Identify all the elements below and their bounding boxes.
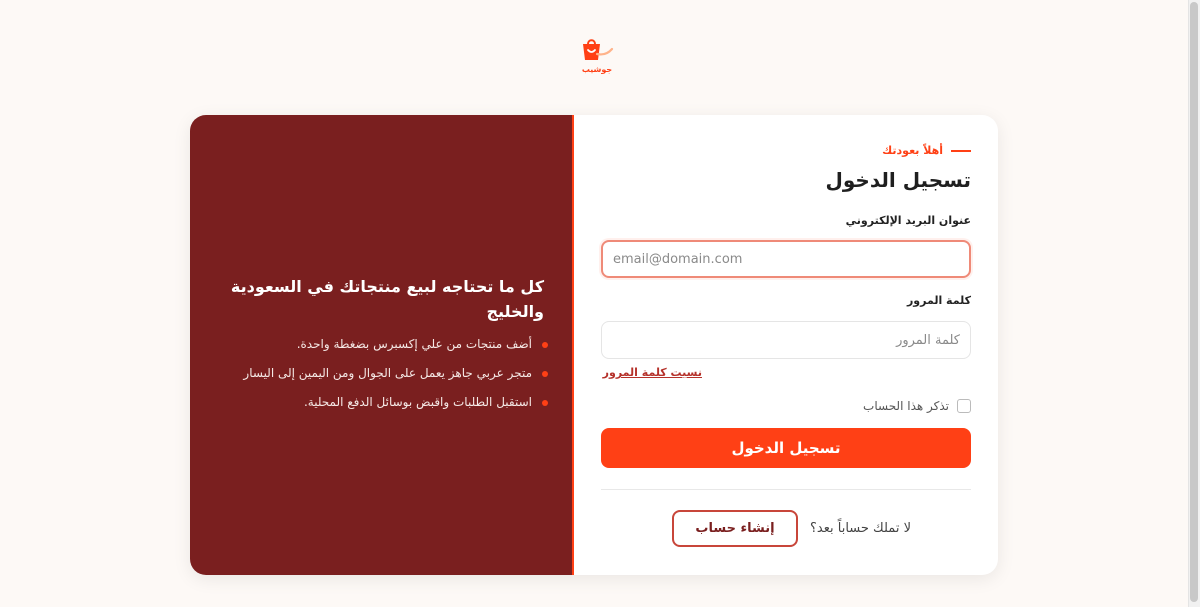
create-account-button[interactable]: إنشاء حساب: [672, 510, 798, 547]
login-card: كل ما تحتاجه لبيع منتجاتك في السعودية وا…: [190, 115, 998, 575]
password-label: كلمة المرور: [906, 294, 971, 307]
promo-point-text: أضف منتجات من علي إكسبرس بضغطة واحدة.: [296, 337, 532, 351]
bullet-dot-icon: [542, 341, 548, 348]
remember-me[interactable]: تذكر هذا الحساب: [863, 399, 971, 413]
promo-list: أضف منتجات من علي إكسبرس بضغطة واحدة. مت…: [220, 337, 548, 424]
promo-panel: كل ما تحتاجه لبيع منتجاتك في السعودية وا…: [190, 115, 574, 575]
eyebrow-dash: [951, 149, 971, 152]
promo-title: كل ما تحتاجه لبيع منتجاتك في السعودية وا…: [230, 277, 544, 321]
forgot-password-link[interactable]: نسيت كلمة المرور: [603, 366, 702, 379]
page-scrollbar[interactable]: [1188, 0, 1200, 607]
welcome-eyebrow: أهلاً بعودتك: [882, 144, 971, 157]
promo-point-text: استقبل الطلبات واقبض بوسائل الدفع المحلي…: [303, 395, 532, 409]
login-form: أهلاً بعودتك تسجيل الدخول عنوان البريد ا…: [574, 115, 998, 575]
signup-row: لا تملك حساباً بعد؟ إنشاء حساب: [672, 510, 911, 547]
brand-logo: جوشيب: [577, 38, 617, 78]
eyebrow-text: أهلاً بعودتك: [882, 144, 943, 157]
remember-label: تذكر هذا الحساب: [863, 399, 949, 413]
email-label: عنوان البريد الإلكتروني: [845, 214, 971, 227]
email-field[interactable]: [601, 240, 971, 278]
promo-point: استقبل الطلبات واقبض بوسائل الدفع المحلي…: [220, 395, 548, 410]
no-account-text: لا تملك حساباً بعد؟: [810, 521, 911, 536]
password-field[interactable]: [601, 321, 971, 359]
promo-point: متجر عربي جاهز يعمل على الجوال ومن اليمي…: [220, 366, 548, 381]
divider: [601, 489, 971, 490]
page-title: تسجيل الدخول: [825, 168, 971, 192]
shopping-bag-smile-icon: [583, 39, 614, 60]
promo-point: أضف منتجات من علي إكسبرس بضغطة واحدة.: [220, 337, 548, 352]
remember-checkbox[interactable]: [957, 399, 971, 413]
bullet-dot-icon: [542, 370, 548, 377]
scrollbar-thumb[interactable]: [1190, 2, 1198, 602]
login-button[interactable]: تسجيل الدخول: [601, 428, 971, 468]
promo-point-text: متجر عربي جاهز يعمل على الجوال ومن اليمي…: [243, 366, 532, 380]
bullet-dot-icon: [542, 399, 548, 406]
logo-text: جوشيب: [581, 65, 613, 74]
